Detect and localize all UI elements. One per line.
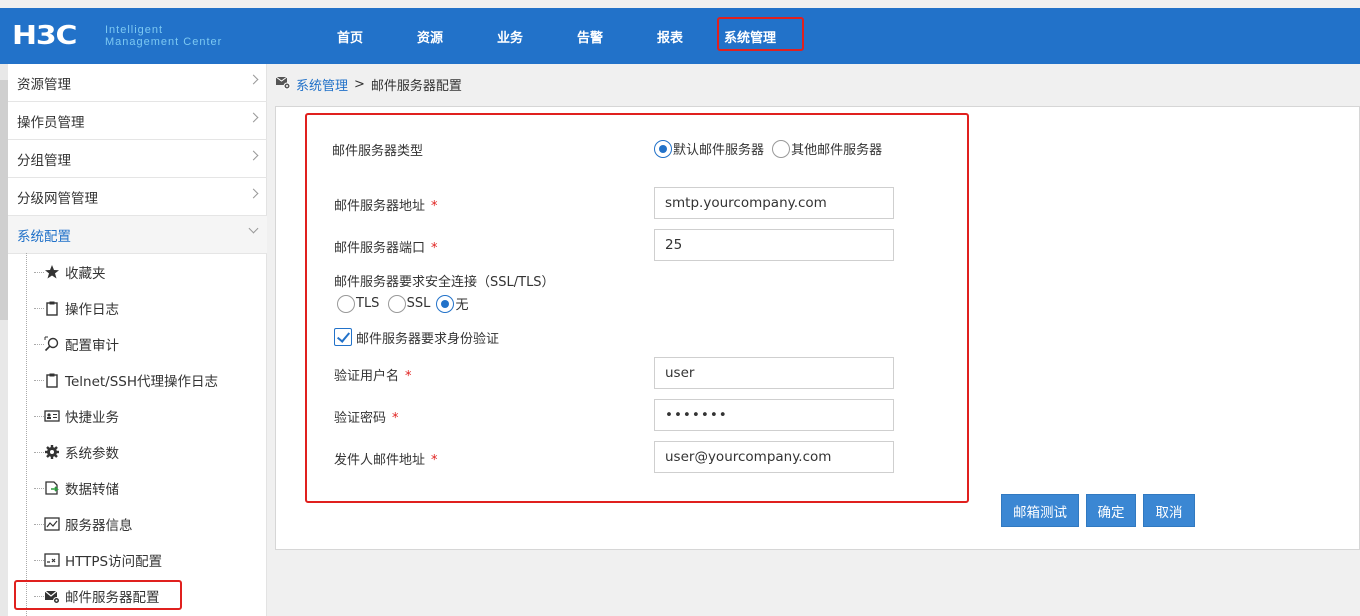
sidebar-group-label: 操作员管理 [17, 114, 85, 131]
sidebar-group-label: 分组管理 [17, 152, 71, 169]
sidebar-item-config-audit[interactable]: 配置审计 [8, 326, 267, 362]
gear-icon [44, 444, 60, 460]
sidebar-group-hierarchical-nms[interactable]: 分级网管管理 [8, 178, 267, 216]
tree-branch [34, 524, 44, 525]
chevron-right-icon [248, 188, 259, 199]
sidebar-item-system-params[interactable]: 系统参数 [8, 434, 267, 470]
nav-alarms[interactable]: 告警 [550, 8, 630, 64]
window-top-strip [0, 0, 1360, 8]
clipboard-icon [44, 372, 60, 388]
tree-branch [34, 344, 44, 345]
sidebar-group-label: 系统配置 [17, 228, 71, 245]
breadcrumb-separator: > [354, 76, 365, 92]
tree-branch [34, 308, 44, 309]
sidebar-item-server-info[interactable]: 服务器信息 [8, 506, 267, 542]
sidebar-item-operation-log[interactable]: 操作日志 [8, 290, 267, 326]
tree-branch [34, 416, 44, 417]
sidebar-item-label: 数据转储 [65, 482, 119, 498]
logo-subtitle-line2: Management Center [105, 36, 223, 48]
logo-text: H3C [12, 21, 77, 51]
sidebar-group-system-config[interactable]: 系统配置 [8, 216, 267, 254]
sidebar-item-telnet-ssh-log[interactable]: Telnet/SSH代理操作日志 [8, 362, 267, 398]
sidebar-highlight-box [14, 580, 182, 610]
sidebar-group-group-management[interactable]: 分组管理 [8, 140, 267, 178]
logo-subtitle: Intelligent Management Center [105, 24, 222, 48]
sidebar-item-label: 收藏夹 [65, 266, 106, 282]
breadcrumb-current: 邮件服务器配置 [370, 78, 462, 94]
nav-services[interactable]: 业务 [470, 8, 550, 64]
test-mailbox-button[interactable]: 邮箱测试 [1001, 494, 1079, 527]
sidebar-item-label: 系统参数 [65, 446, 119, 462]
audit-search-icon [44, 336, 60, 352]
breadcrumb-config-icon [275, 74, 291, 94]
star-icon [44, 264, 60, 280]
chevron-right-icon [248, 150, 259, 161]
h3c-logo: H3C Intelligent Management Center [12, 21, 221, 51]
sidebar-scrollbar-thumb[interactable] [0, 80, 8, 320]
server-info-icon [44, 516, 60, 532]
logo-subtitle-line1: Intelligent [105, 24, 164, 36]
cancel-button[interactable]: 取消 [1143, 494, 1195, 527]
sidebar-item-label: 操作日志 [65, 302, 119, 318]
tree-branch [34, 272, 44, 273]
tree-branch [34, 560, 44, 561]
sidebar-item-https-config[interactable]: HTTPS访问配置 [8, 542, 267, 578]
chevron-down-icon [248, 223, 259, 234]
id-card-icon [44, 408, 60, 424]
chevron-right-icon [248, 112, 259, 123]
sidebar-group-label: 资源管理 [17, 76, 71, 93]
form-highlight-box [305, 113, 969, 503]
chevron-right-icon [248, 74, 259, 85]
sidebar-item-label: 配置审计 [65, 338, 119, 354]
breadcrumb: 系统管理 > 邮件服务器配置 [275, 72, 462, 96]
nav-home[interactable]: 首页 [310, 8, 390, 64]
sidebar-group-label: 分级网管管理 [17, 190, 98, 207]
sidebar-group-resource-management[interactable]: 资源管理 [8, 64, 267, 102]
nav-highlight-box [717, 17, 804, 51]
breadcrumb-root-link[interactable]: 系统管理 [296, 75, 348, 94]
sidebar-item-label: HTTPS访问配置 [65, 554, 163, 570]
ok-button[interactable]: 确定 [1086, 494, 1136, 527]
tree-branch [34, 380, 44, 381]
https-config-icon [44, 552, 60, 568]
sidebar-item-data-dump[interactable]: 数据转储 [8, 470, 267, 506]
sidebar-item-favorites[interactable]: 收藏夹 [8, 254, 267, 290]
tree-branch [34, 452, 44, 453]
tree-branch [34, 488, 44, 489]
nav-reports[interactable]: 报表 [630, 8, 710, 64]
sidebar-group-operator-management[interactable]: 操作员管理 [8, 102, 267, 140]
sidebar-item-label: Telnet/SSH代理操作日志 [65, 374, 219, 390]
sidebar-item-quick-services[interactable]: 快捷业务 [8, 398, 267, 434]
sidebar-item-label: 快捷业务 [65, 410, 119, 426]
sidebar-item-label: 服务器信息 [65, 518, 133, 534]
clipboard-icon [44, 300, 60, 316]
data-dump-icon [44, 480, 60, 496]
nav-resources[interactable]: 资源 [390, 8, 470, 64]
